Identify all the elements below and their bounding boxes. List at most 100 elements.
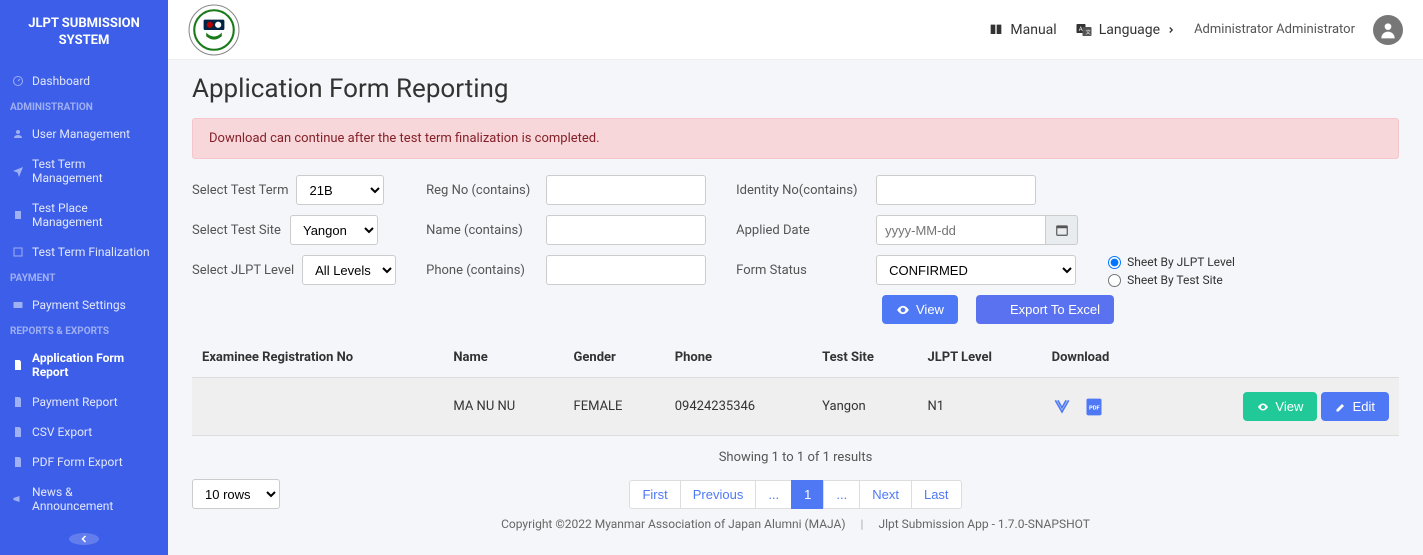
translate-icon: A文 (1075, 21, 1093, 39)
person-icon (1378, 20, 1398, 40)
sheet-level-radio[interactable]: Sheet By JLPT Level (1108, 255, 1235, 269)
eye-icon (1257, 401, 1269, 413)
user-icon (12, 128, 24, 140)
name-input[interactable] (546, 215, 706, 245)
alert-banner: Download can continue after the test ter… (192, 118, 1399, 159)
col-download: Download (1042, 338, 1156, 378)
check-icon (12, 246, 24, 258)
row-edit-button[interactable]: Edit (1321, 392, 1389, 421)
test-site-label: Select Test Site (192, 223, 282, 238)
sidebar-item-label: Test Term Management (32, 157, 156, 185)
sidebar-item-label: CSV Export (32, 425, 92, 439)
col-level: JLPT Level (917, 338, 1041, 378)
svg-text:A: A (1078, 25, 1082, 32)
table-row: MA NU NU FEMALE 09424235346 Yangon N1 PD… (192, 378, 1399, 436)
test-term-select[interactable]: 21B (296, 175, 384, 205)
eye-icon (896, 303, 910, 317)
download-v-icon[interactable] (1052, 397, 1072, 417)
sidebar-item-label: Test Place Management (32, 201, 156, 229)
app-title: JLPT SUBMISSION SYSTEM (0, 0, 168, 66)
pdf-icon[interactable]: PDF (1084, 397, 1104, 417)
sidebar-item-payment-report[interactable]: Payment Report (0, 387, 168, 417)
page-dots-left[interactable]: ... (755, 480, 792, 509)
sidebar-item-label: Payment Report (32, 395, 118, 409)
row-view-button[interactable]: View (1243, 392, 1317, 421)
page-last[interactable]: Last (911, 480, 962, 509)
sidebar-item-test-term-mgmt[interactable]: Test Term Management (0, 149, 168, 193)
calendar-icon (1055, 223, 1069, 237)
version-text: Jlpt Submission App - 1.7.0-SNAPSHOT (878, 517, 1089, 531)
sidebar-item-label: User Management (32, 127, 130, 141)
cell-site: Yangon (812, 378, 917, 436)
view-button[interactable]: View (882, 295, 958, 324)
cell-phone: 09424235346 (665, 378, 812, 436)
identity-input[interactable] (876, 175, 1036, 205)
reg-no-label: Reg No (contains) (426, 183, 538, 198)
sidebar-item-csv-export[interactable]: CSV Export (0, 417, 168, 447)
phone-label: Phone (contains) (426, 263, 538, 278)
building-icon (12, 209, 24, 221)
col-reg: Examinee Registration No (192, 338, 443, 378)
manual-label: Manual (1010, 22, 1056, 38)
sidebar-item-label: News & Announcement (32, 485, 156, 513)
page-current[interactable]: 1 (791, 480, 824, 509)
sheet-site-radio[interactable]: Sheet By Test Site (1108, 273, 1235, 287)
sidebar-item-dashboard[interactable]: Dashboard (0, 66, 168, 96)
sidebar-section-reports: REPORTS & EXPORTS (0, 320, 168, 343)
reg-no-input[interactable] (546, 175, 706, 205)
form-status-select[interactable]: CONFIRMED (876, 255, 1076, 285)
language-dropdown[interactable]: A文 Language (1075, 21, 1176, 39)
col-phone: Phone (665, 338, 812, 378)
footer: Copyright ©2022 Myanmar Association of J… (192, 509, 1399, 535)
cell-gender: FEMALE (564, 378, 665, 436)
results-table: Examinee Registration No Name Gender Pho… (192, 338, 1399, 436)
results-summary: Showing 1 to 1 of 1 results (192, 450, 1399, 465)
cell-reg (192, 378, 443, 436)
page-title: Application Form Reporting (192, 74, 1399, 104)
col-site: Test Site (812, 338, 917, 378)
svg-text:PDF: PDF (1089, 405, 1101, 411)
sidebar-item-test-term-final[interactable]: Test Term Finalization (0, 237, 168, 267)
test-site-select[interactable]: Yangon (290, 215, 378, 245)
copyright-text: Copyright ©2022 Myanmar Association of J… (501, 517, 845, 531)
user-name: Administrator Administrator (1194, 22, 1355, 37)
calendar-button[interactable] (1046, 215, 1078, 245)
name-label: Name (contains) (426, 223, 538, 238)
megaphone-icon (12, 493, 24, 505)
page-next[interactable]: Next (859, 480, 912, 509)
rows-per-page-select[interactable]: 10 rows (192, 479, 280, 509)
phone-input[interactable] (546, 255, 706, 285)
chevron-left-icon (78, 533, 90, 545)
sidebar-item-app-form-report[interactable]: Application Form Report (0, 343, 168, 387)
file-icon (12, 456, 24, 468)
sidebar-section-payment: PAYMENT (0, 267, 168, 290)
export-excel-button[interactable]: Export To Excel (976, 295, 1114, 324)
sidebar-item-test-place-mgmt[interactable]: Test Place Management (0, 193, 168, 237)
sidebar-item-label: Payment Settings (32, 298, 126, 312)
pencil-icon (1335, 401, 1347, 413)
content: Application Form Reporting Download can … (168, 60, 1423, 555)
pagination: First Previous ... 1 ... Next Last (629, 480, 961, 509)
sidebar-item-label: Application Form Report (32, 351, 156, 379)
app-logo (188, 4, 240, 56)
sidebar-item-label: PDF Form Export (32, 455, 123, 469)
sidebar-item-news[interactable]: News & Announcement (0, 477, 168, 521)
sidebar: JLPT SUBMISSION SYSTEM Dashboard ADMINIS… (0, 0, 168, 555)
sidebar-item-pdf-export[interactable]: PDF Form Export (0, 447, 168, 477)
sidebar-item-user-mgmt[interactable]: User Management (0, 119, 168, 149)
applied-date-input[interactable] (876, 215, 1046, 245)
page-first[interactable]: First (629, 480, 680, 509)
col-name: Name (443, 338, 563, 378)
download-icon (990, 303, 1004, 317)
cell-name: MA NU NU (443, 378, 563, 436)
jlpt-level-select[interactable]: All Levels (302, 255, 396, 285)
sidebar-item-payment-settings[interactable]: Payment Settings (0, 290, 168, 320)
manual-link[interactable]: Manual (988, 22, 1056, 38)
jlpt-level-label: Select JLPT Level (192, 263, 294, 278)
user-avatar[interactable] (1373, 15, 1403, 45)
sidebar-item-label: Dashboard (32, 74, 90, 88)
sidebar-collapse-button[interactable] (69, 533, 99, 545)
page-dots-right[interactable]: ... (823, 480, 860, 509)
plane-icon (12, 165, 24, 177)
page-prev[interactable]: Previous (680, 480, 757, 509)
